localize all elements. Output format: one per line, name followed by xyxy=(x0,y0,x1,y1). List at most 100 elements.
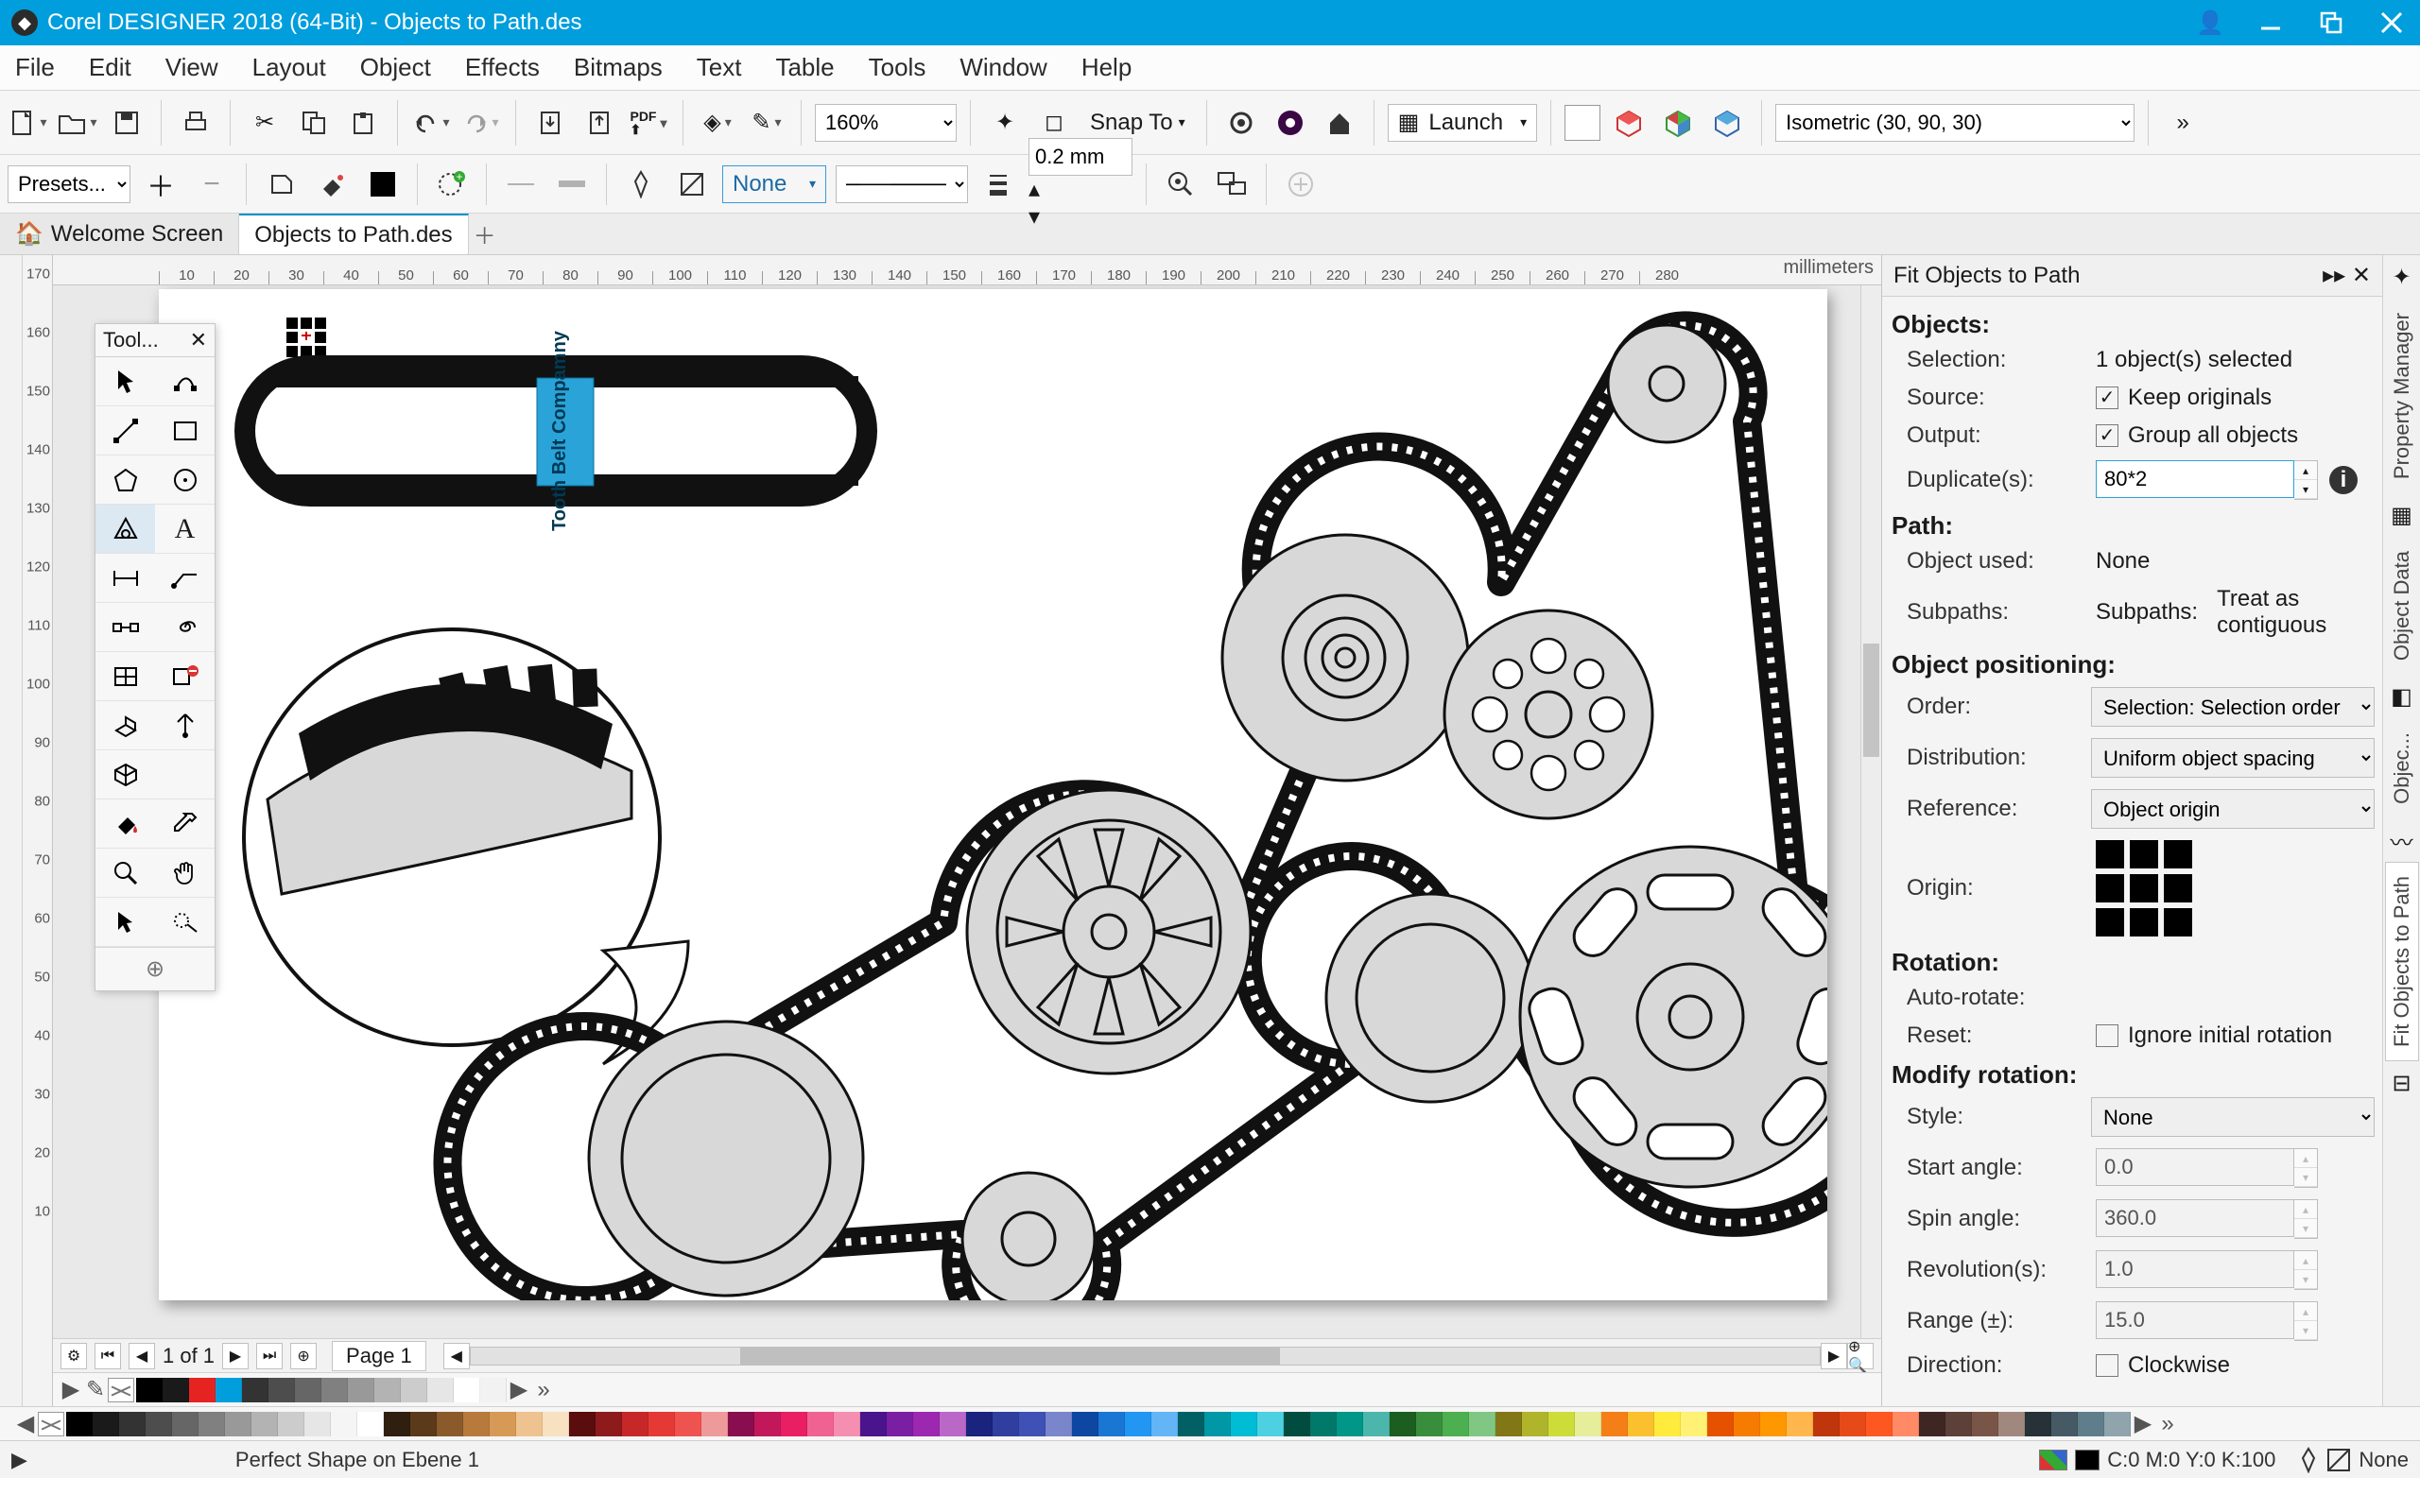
color-swatch[interactable] xyxy=(1548,1412,1575,1436)
home-button[interactable] xyxy=(1319,102,1360,144)
perspective-tool[interactable] xyxy=(155,701,215,750)
add-preset-button[interactable]: ＋ xyxy=(140,163,182,205)
docker-tab-icon-4[interactable]: 〰 xyxy=(2391,824,2413,856)
color-swatch[interactable] xyxy=(331,1412,357,1436)
vertical-scrollbar[interactable] xyxy=(1860,285,1881,1338)
save-button[interactable] xyxy=(106,102,147,144)
fill-color-button[interactable] xyxy=(311,163,353,205)
projected-shape-tool[interactable] xyxy=(95,701,155,750)
snap-to-dropdown[interactable]: Snap To ▾ xyxy=(1082,110,1193,136)
remove-preset-button[interactable]: − xyxy=(191,163,233,205)
color-swatch[interactable] xyxy=(913,1412,940,1436)
color-swatch[interactable] xyxy=(163,1378,189,1402)
cut-button[interactable]: ✂ xyxy=(244,102,285,144)
options-button[interactable] xyxy=(1220,102,1262,144)
color-swatch[interactable] xyxy=(1443,1412,1469,1436)
eyedropper-icon[interactable]: ✎ xyxy=(83,1378,108,1402)
color-swatch[interactable] xyxy=(251,1412,278,1436)
delete-segment-tool[interactable] xyxy=(155,652,215,701)
vertical-ruler[interactable]: 1701601501401301201101009080706050403020… xyxy=(23,255,53,1406)
docker-tab-icon-1[interactable]: ✦ xyxy=(2392,261,2411,293)
no-color-swatch[interactable] xyxy=(108,1378,134,1402)
color-swatch[interactable] xyxy=(490,1412,516,1436)
color-swatch[interactable] xyxy=(648,1412,675,1436)
horizontal-ruler[interactable]: 1020304050607080901001101201301401501601… xyxy=(53,255,1881,285)
docker-tab-object-data[interactable]: Object Data xyxy=(2385,537,2419,675)
toolbox-customize-button[interactable]: ⊕ xyxy=(95,947,215,990)
smart-select-tool[interactable] xyxy=(155,898,215,947)
color-swatch[interactable] xyxy=(1998,1412,2025,1436)
color-swatch[interactable] xyxy=(1522,1412,1548,1436)
color-swatch[interactable] xyxy=(1125,1412,1151,1436)
pick-alt-tool[interactable] xyxy=(95,898,155,947)
line-thick-icon[interactable] xyxy=(551,163,593,205)
projection-select[interactable]: Isometric (30, 90, 30) xyxy=(1775,104,2135,142)
distribution-select[interactable]: Uniform object spacing xyxy=(2091,738,2375,778)
spiral-tool[interactable] xyxy=(155,603,215,652)
color-swatch[interactable] xyxy=(940,1412,966,1436)
color-swatch[interactable] xyxy=(268,1378,295,1402)
3d-tool[interactable] xyxy=(95,750,155,799)
maximize-button[interactable] xyxy=(2314,6,2348,40)
eyedropper-tool[interactable] xyxy=(155,799,215,849)
color-swatch[interactable] xyxy=(427,1378,454,1402)
add-item-button[interactable] xyxy=(1280,163,1322,205)
reference-select[interactable]: Object origin xyxy=(2091,789,2375,829)
color-swatch[interactable] xyxy=(1945,1412,1972,1436)
pan-tool[interactable] xyxy=(155,849,215,898)
color-swatch[interactable] xyxy=(622,1412,648,1436)
color-swatch[interactable] xyxy=(1046,1412,1072,1436)
color-swatch[interactable] xyxy=(1204,1412,1231,1436)
color-swatch[interactable] xyxy=(1257,1412,1284,1436)
color-swatch[interactable] xyxy=(1231,1412,1257,1436)
color-swatch[interactable] xyxy=(2025,1412,2051,1436)
color-swatch[interactable] xyxy=(2051,1412,2078,1436)
color-swatch[interactable] xyxy=(1151,1412,1178,1436)
docker-tab-property-manager[interactable]: Property Manager xyxy=(2385,299,2419,493)
docker-collapse-icon[interactable]: ▸▸ ✕ xyxy=(2323,262,2371,289)
color-swatch[interactable] xyxy=(1469,1412,1495,1436)
palette-menu-icon[interactable]: ▶ xyxy=(59,1378,83,1402)
color-swatch[interactable] xyxy=(860,1412,887,1436)
menu-bitmaps[interactable]: Bitmaps xyxy=(574,53,663,82)
color-swatch[interactable] xyxy=(119,1412,146,1436)
new-doc-button[interactable] xyxy=(8,102,49,144)
pen-icon[interactable] xyxy=(620,163,662,205)
color-swatch[interactable] xyxy=(216,1378,242,1402)
zoom-tool[interactable] xyxy=(95,849,155,898)
docker-tab-object[interactable]: Objec... xyxy=(2385,718,2419,818)
color-swatch[interactable] xyxy=(1893,1412,1919,1436)
color-swatch[interactable] xyxy=(1337,1412,1363,1436)
color-swatch[interactable] xyxy=(199,1412,225,1436)
drawing-page[interactable]: Tooth Belt Compamny xyxy=(159,289,1827,1300)
shape-outline-button[interactable] xyxy=(260,163,302,205)
menu-file[interactable]: File xyxy=(15,53,55,82)
status-outline[interactable]: None xyxy=(2298,1447,2409,1473)
ignore-rotation-checkbox[interactable] xyxy=(2096,1024,2118,1047)
color-swatch[interactable] xyxy=(675,1412,701,1436)
color-swatch[interactable] xyxy=(834,1412,860,1436)
line-tool[interactable] xyxy=(95,406,155,455)
color-swatch[interactable] xyxy=(1363,1412,1390,1436)
color-swatch[interactable] xyxy=(1919,1412,1945,1436)
color-swatch[interactable] xyxy=(2104,1412,2131,1436)
paste-button[interactable] xyxy=(342,102,384,144)
duplicates-input[interactable] xyxy=(2096,460,2294,498)
color-swatch[interactable] xyxy=(348,1378,374,1402)
tooth-belt-small[interactable]: Tooth Belt Compamny xyxy=(234,330,877,531)
callout-settings-button[interactable] xyxy=(1211,163,1253,205)
color-swatch[interactable] xyxy=(321,1378,348,1402)
color-swatch[interactable] xyxy=(357,1412,384,1436)
style-select[interactable]: None xyxy=(2091,1097,2375,1137)
color-swatch[interactable] xyxy=(1972,1412,1998,1436)
color-swatch[interactable] xyxy=(1495,1412,1522,1436)
page-settings-button[interactable]: ⚙ xyxy=(60,1343,87,1369)
special-char-button[interactable]: ✎ xyxy=(746,102,787,144)
color-swatch[interactable] xyxy=(728,1412,754,1436)
connector-tool[interactable] xyxy=(95,603,155,652)
cube-blue-icon[interactable] xyxy=(1706,102,1748,144)
color-swatch[interactable] xyxy=(93,1412,119,1436)
color-swatch[interactable] xyxy=(1072,1412,1098,1436)
outline-width-input[interactable]: ▴▾ xyxy=(1028,138,1132,231)
cube-green-icon[interactable] xyxy=(1657,102,1699,144)
